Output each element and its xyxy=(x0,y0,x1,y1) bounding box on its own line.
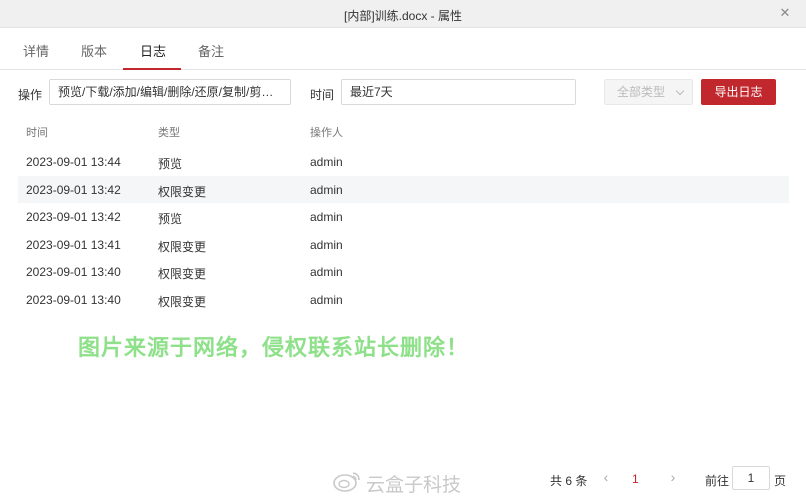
cell-time: 2023-09-01 13:40 xyxy=(26,293,121,307)
export-log-button[interactable]: 导出日志 xyxy=(701,79,776,105)
column-header-operator: 操作人 xyxy=(310,127,343,139)
cell-operator: admin xyxy=(310,265,343,279)
type-select-value: 全部类型 xyxy=(617,85,666,99)
column-header-type: 类型 xyxy=(158,127,180,139)
time-label: 时间 xyxy=(310,88,335,102)
table-row[interactable]: 2023-09-01 13:42 预览 admin xyxy=(18,203,789,230)
operation-filter-input[interactable]: 预览/下载/添加/编辑/删除/还原/复制/剪切/... xyxy=(49,79,291,105)
cell-type: 权限变更 xyxy=(158,295,207,309)
footer-watermark: 云盒子科技 xyxy=(332,468,482,496)
cell-time: 2023-09-01 13:42 xyxy=(26,183,121,197)
cell-operator: admin xyxy=(310,155,343,169)
pagination-goto-label: 前往 xyxy=(705,474,730,488)
chevron-left-icon[interactable]: ‹ xyxy=(599,469,613,487)
chevron-down-icon xyxy=(675,86,685,96)
pagination-goto-input[interactable]: 1 xyxy=(732,466,770,490)
tab-log[interactable]: 日志 xyxy=(140,41,166,60)
title-bar: [内部]训练.docx - 属性 ✕ xyxy=(0,0,806,28)
cell-operator: admin xyxy=(310,293,343,307)
table-row[interactable]: 2023-09-01 13:42 权限变更 admin xyxy=(18,176,789,203)
pagination-page-current[interactable]: 1 xyxy=(632,472,639,486)
window-title: [内部]训练.docx - 属性 xyxy=(343,9,462,23)
tab-notes[interactable]: 备注 xyxy=(198,41,224,60)
cell-time: 2023-09-01 13:44 xyxy=(26,155,121,169)
active-tab-indicator xyxy=(123,68,181,70)
operation-label: 操作 xyxy=(18,88,43,102)
table-row[interactable]: 2023-09-01 13:41 权限变更 admin xyxy=(18,231,789,258)
pagination-total: 共 6 条 xyxy=(550,474,588,488)
time-filter-input[interactable]: 最近7天 xyxy=(341,79,576,105)
cell-type: 预览 xyxy=(158,212,183,226)
chevron-right-icon[interactable]: › xyxy=(666,469,680,487)
cell-operator: admin xyxy=(310,210,343,224)
column-header-time: 时间 xyxy=(26,127,48,139)
cell-type: 预览 xyxy=(158,157,183,171)
cell-time: 2023-09-01 13:40 xyxy=(26,265,121,279)
table-row[interactable]: 2023-09-01 13:40 权限变更 admin xyxy=(18,258,789,285)
tab-bar: 详情 版本 日志 备注 xyxy=(0,28,806,70)
cell-operator: admin xyxy=(310,238,343,252)
footer-watermark-text: 云盒子科技 xyxy=(366,475,462,496)
table-row[interactable]: 2023-09-01 13:44 预览 admin xyxy=(18,148,789,175)
type-select[interactable]: 全部类型 xyxy=(604,79,693,105)
cell-time: 2023-09-01 13:42 xyxy=(26,210,121,224)
cell-type: 权限变更 xyxy=(158,267,207,281)
cell-time: 2023-09-01 13:41 xyxy=(26,238,121,252)
tab-details[interactable]: 详情 xyxy=(23,41,49,60)
cell-type: 权限变更 xyxy=(158,240,207,254)
table-header: 时间 类型 操作人 xyxy=(18,120,789,142)
table-row[interactable]: 2023-09-01 13:40 权限变更 admin xyxy=(18,286,789,313)
weibo-icon xyxy=(333,472,360,492)
cell-operator: admin xyxy=(310,183,343,197)
overlay-watermark-text: 图片来源于网络，侵权联系站长删除！ xyxy=(78,335,470,360)
cell-type: 权限变更 xyxy=(158,185,207,199)
tab-versions[interactable]: 版本 xyxy=(81,41,107,60)
pagination-page-suffix: 页 xyxy=(774,474,787,488)
close-icon[interactable]: ✕ xyxy=(778,6,792,20)
